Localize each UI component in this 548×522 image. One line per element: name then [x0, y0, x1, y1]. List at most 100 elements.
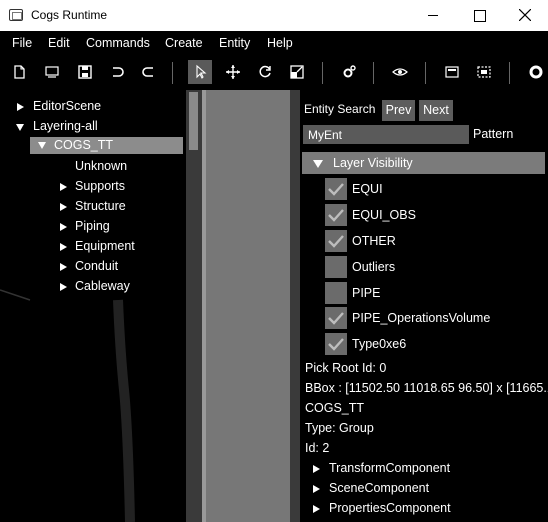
frame-icon: [445, 66, 459, 78]
layer-label: Type0xe6: [352, 337, 407, 351]
pick-root-id: Pick Root Id: 0: [305, 361, 387, 375]
expand-arrow-icon[interactable]: [313, 485, 320, 493]
expand-arrow-icon[interactable]: [60, 203, 67, 211]
menu-create[interactable]: Create: [165, 36, 203, 50]
menu-edit[interactable]: Edit: [48, 36, 70, 50]
tree-item-conduit[interactable]: Conduit: [0, 257, 186, 277]
layer-checkbox[interactable]: [325, 307, 347, 329]
next-button[interactable]: Next: [419, 100, 453, 121]
open-button[interactable]: [40, 60, 64, 84]
toolbar-separator: [425, 62, 426, 84]
layer-row-pipe-operationsvolume[interactable]: PIPE_OperationsVolume: [325, 307, 545, 331]
entity-name: COGS_TT: [305, 401, 365, 415]
viewport-edge: [202, 90, 206, 522]
expand-arrow-icon[interactable]: [313, 505, 320, 513]
tree-item-label: Unknown: [75, 159, 128, 173]
checkmark-icon: [328, 209, 344, 222]
tree-item-label: Piping: [75, 219, 110, 233]
layer-checkbox[interactable]: [325, 333, 347, 355]
expand-arrow-icon[interactable]: [60, 283, 67, 291]
undo-button[interactable]: [105, 60, 129, 84]
layer-row-other[interactable]: OTHER: [325, 230, 545, 254]
rotate-icon: [259, 65, 271, 78]
layer-checkbox[interactable]: [325, 230, 347, 252]
scale-icon: [290, 65, 304, 79]
layer-label: EQUI: [352, 182, 383, 196]
menu-entity[interactable]: Entity: [219, 36, 250, 50]
layer-visibility-header[interactable]: Layer Visibility: [302, 152, 545, 174]
maximize-button[interactable]: [456, 0, 502, 31]
expand-arrow-icon[interactable]: [17, 103, 24, 111]
minimize-button[interactable]: [410, 0, 456, 31]
undo-icon: [113, 67, 124, 77]
menu-commands[interactable]: Commands: [86, 36, 150, 50]
layer-row-equi-obs[interactable]: EQUI_OBS: [325, 204, 545, 228]
tree-item-equipment[interactable]: Equipment: [0, 237, 186, 257]
record-button[interactable]: [524, 60, 548, 84]
select-tool-button[interactable]: [188, 60, 212, 84]
tree-item-cogs-tt[interactable]: COGS_TT: [30, 137, 183, 154]
view-icon: [392, 68, 408, 76]
tree-item-supports[interactable]: Supports: [0, 177, 186, 197]
fit-button[interactable]: [472, 60, 496, 84]
tree-item-layering-all[interactable]: Layering-all: [0, 117, 186, 137]
layer-checkbox[interactable]: [325, 204, 347, 226]
tree-item-piping[interactable]: Piping: [0, 217, 186, 237]
settings-button[interactable]: [337, 60, 361, 84]
select-icon: [196, 64, 207, 79]
redo-icon: [142, 67, 153, 77]
prev-button[interactable]: Prev: [382, 100, 415, 121]
collapse-arrow-icon[interactable]: [313, 160, 323, 168]
tree-item-label: COGS_TT: [54, 138, 114, 152]
close-button[interactable]: [502, 0, 548, 31]
tree-item-structure[interactable]: Structure: [0, 197, 186, 217]
collapse-arrow-icon[interactable]: [38, 142, 46, 149]
save-icon: [78, 65, 92, 79]
expand-arrow-icon[interactable]: [60, 243, 67, 251]
panel-splitter[interactable]: [290, 90, 300, 522]
expand-arrow-icon[interactable]: [313, 465, 320, 473]
layer-label: PIPE: [352, 286, 381, 300]
expand-arrow-icon[interactable]: [60, 183, 67, 191]
layer-label: OTHER: [352, 234, 396, 248]
scene-background-lines: [0, 289, 135, 522]
component-label: TransformComponent: [329, 461, 451, 475]
layer-row-pipe[interactable]: PIPE: [325, 282, 545, 306]
close-icon: [519, 9, 531, 21]
redo-button[interactable]: [137, 60, 161, 84]
new-file-button[interactable]: [8, 60, 32, 84]
scrollbar-thumb[interactable]: [189, 92, 198, 150]
view-button[interactable]: [388, 60, 412, 84]
layer-checkbox[interactable]: [325, 282, 347, 304]
layer-row-equi[interactable]: EQUI: [325, 178, 545, 202]
rotate-tool-button[interactable]: [253, 60, 277, 84]
tree-item-unknown[interactable]: Unknown: [0, 157, 186, 177]
collapse-arrow-icon[interactable]: [16, 124, 24, 131]
settings-icon: [343, 65, 356, 78]
tree-scrollbar[interactable]: [186, 90, 202, 522]
expand-arrow-icon[interactable]: [60, 263, 67, 271]
tree-item-editorscene[interactable]: EditorScene: [0, 97, 186, 117]
expand-arrow-icon[interactable]: [60, 223, 67, 231]
layer-row-type0xe6[interactable]: Type0xe6: [325, 333, 545, 357]
fit-icon: [477, 66, 491, 78]
entity-search-input[interactable]: [303, 125, 469, 144]
layer-checkbox[interactable]: [325, 178, 347, 200]
move-tool-button[interactable]: [221, 60, 245, 84]
menu-file[interactable]: File: [12, 36, 32, 50]
layer-checkbox[interactable]: [325, 256, 347, 278]
layer-row-outliers[interactable]: Outliers: [325, 256, 545, 280]
tree-item-label: Supports: [75, 179, 126, 193]
tree-item-label: Structure: [75, 199, 126, 213]
record-icon: [529, 65, 543, 79]
toolbar-separator: [509, 62, 510, 84]
scale-tool-button[interactable]: [285, 60, 309, 84]
section-header-label: Layer Visibility: [333, 156, 413, 170]
tree-item-label: Layering-all: [33, 119, 98, 133]
frame-button[interactable]: [440, 60, 464, 84]
menu-help[interactable]: Help: [267, 36, 293, 50]
save-button[interactable]: [73, 60, 97, 84]
scene-viewport[interactable]: [202, 90, 290, 522]
menu-bar: File Edit Commands Create Entity Help: [0, 31, 548, 56]
tree-item-cableway[interactable]: Cableway: [0, 277, 186, 297]
